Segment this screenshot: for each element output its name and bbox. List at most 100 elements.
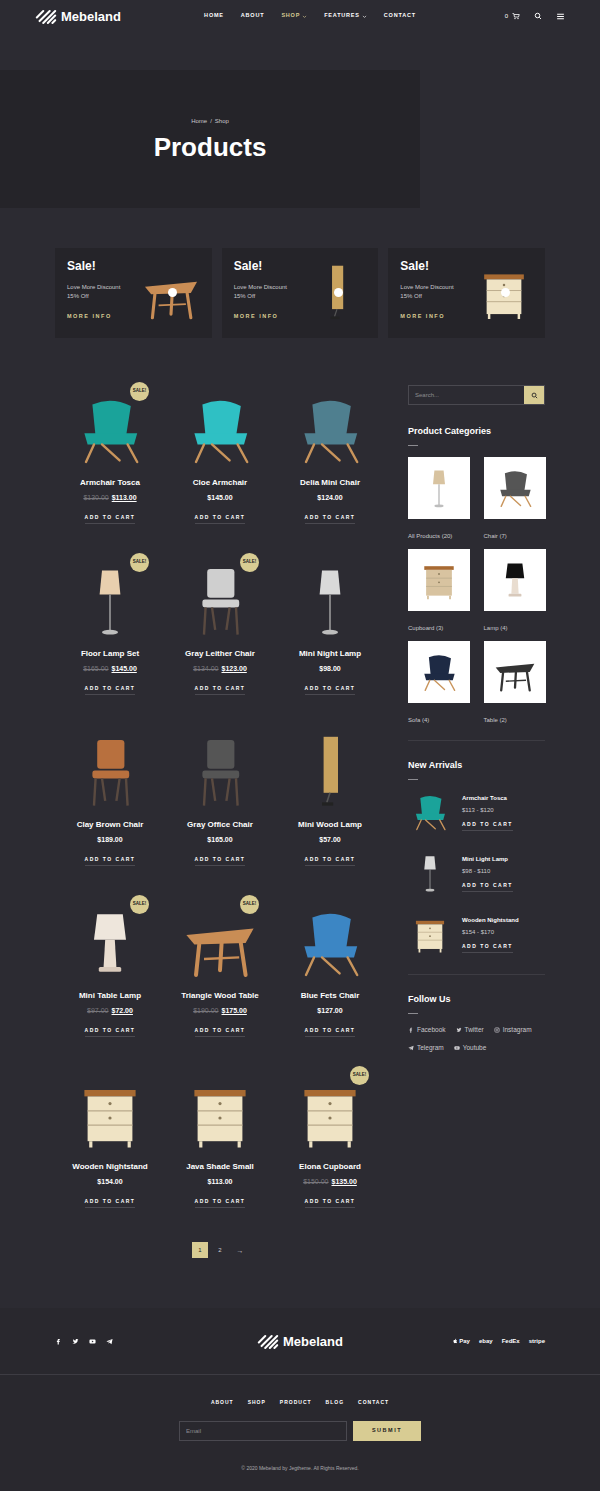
category-item[interactable]: All Products (20) <box>408 457 470 540</box>
menu-icon[interactable] <box>556 12 565 21</box>
add-to-cart-button[interactable]: ADD TO CART <box>462 944 513 953</box>
social-link[interactable]: Twitter <box>456 1026 484 1034</box>
category-item[interactable]: Lamp (4) <box>484 549 546 632</box>
add-to-cart-button[interactable]: ADD TO CART <box>195 1028 246 1037</box>
price: $127.00 <box>317 1006 342 1015</box>
arrival-name[interactable]: Armchair Tosca <box>462 794 507 802</box>
product-name[interactable]: Gray Leither Chair <box>185 649 255 659</box>
product-name[interactable]: Wooden Nightstand <box>72 1162 147 1172</box>
nav-item[interactable]: CONTACT <box>384 13 416 19</box>
product-name[interactable]: Blue Fets Chair <box>301 991 360 1001</box>
furniture-picture <box>492 649 538 695</box>
cart-button[interactable]: 0 <box>505 12 520 20</box>
nav-link[interactable]: HOME <box>204 13 224 19</box>
hotspot-dot[interactable] <box>168 288 177 297</box>
add-to-cart-button[interactable]: ADD TO CART <box>85 686 136 695</box>
add-to-cart-button[interactable]: ADD TO CART <box>195 1199 246 1208</box>
twitter-icon[interactable] <box>72 1338 79 1345</box>
widget-title: Product Categories <box>408 427 545 436</box>
social-link[interactable]: Telegram <box>408 1044 444 1052</box>
product-name[interactable]: Armchair Tosca <box>80 478 140 488</box>
product-card: Cloe Armchair$145.00ADD TO CART <box>165 380 275 551</box>
nav-link[interactable]: FEATURES <box>324 13 360 19</box>
product-name[interactable]: Gray Office Chair <box>187 820 253 830</box>
product-name[interactable]: Cloe Armchair <box>193 478 247 488</box>
logo-text: Mebeland <box>61 10 121 23</box>
furniture-picture <box>180 390 260 470</box>
nav-link[interactable]: CONTACT <box>384 13 416 19</box>
breadcrumb-link[interactable]: Home <box>191 118 207 124</box>
footer-nav-link[interactable]: PRODUCT <box>280 1400 312 1405</box>
product-name[interactable]: Mini Table Lamp <box>79 991 141 1001</box>
search-input[interactable] <box>409 386 524 404</box>
add-to-cart-button[interactable]: ADD TO CART <box>305 857 356 866</box>
add-to-cart-button[interactable]: ADD TO CART <box>195 515 246 524</box>
youtube-icon[interactable] <box>89 1338 96 1345</box>
arrival-name[interactable]: Mini Light Lamp <box>462 855 508 863</box>
more-info-link[interactable]: MORE INFO <box>234 314 287 320</box>
product-name[interactable]: Elona Cupboard <box>299 1162 361 1172</box>
footer-nav-link[interactable]: ABOUT <box>211 1400 234 1405</box>
add-to-cart-button[interactable]: ADD TO CART <box>85 1028 136 1037</box>
product-name[interactable]: Java Shade Small <box>186 1162 254 1172</box>
nav-item[interactable]: ABOUT <box>241 13 265 19</box>
nav-link[interactable]: SHOP <box>281 13 300 19</box>
logo[interactable]: Mebeland <box>35 9 184 24</box>
footer-nav-link[interactable]: SHOP <box>248 1400 266 1405</box>
nav-item[interactable]: HOME <box>204 13 224 19</box>
add-to-cart-button[interactable]: ADD TO CART <box>305 686 356 695</box>
next-page-button[interactable]: → <box>232 1242 248 1258</box>
footer-nav-link[interactable]: BLOG <box>326 1400 344 1405</box>
more-info-link[interactable]: MORE INFO <box>400 314 453 320</box>
product-price: $97.00$72.00 <box>87 1006 133 1015</box>
add-to-cart-button[interactable]: ADD TO CART <box>305 515 356 524</box>
product-name[interactable]: Triangle Wood Table <box>181 991 259 1001</box>
product-price: $165.00 <box>207 835 232 844</box>
category-item[interactable]: Cupboard (3) <box>408 549 470 632</box>
nav-item[interactable]: SHOP <box>281 13 307 19</box>
add-to-cart-button[interactable]: ADD TO CART <box>195 857 246 866</box>
more-info-link[interactable]: MORE INFO <box>67 314 120 320</box>
page-button[interactable]: 2 <box>212 1242 228 1258</box>
product-name[interactable]: Clay Brown Chair <box>77 820 144 830</box>
add-to-cart-button[interactable]: ADD TO CART <box>85 857 136 866</box>
search-button[interactable] <box>524 386 544 404</box>
page-button[interactable]: 1 <box>192 1242 208 1258</box>
payment-logo: FedEx <box>502 1338 520 1344</box>
product-image <box>290 1074 370 1154</box>
telegram-icon[interactable] <box>106 1338 113 1345</box>
product-name[interactable]: Floor Lamp Set <box>81 649 139 659</box>
hotspot-dot[interactable] <box>501 288 510 297</box>
search-icon[interactable] <box>534 12 542 20</box>
nav-link[interactable]: ABOUT <box>241 13 265 19</box>
promo-row: Sale!Love More Discount15% OffMORE INFOS… <box>0 248 600 338</box>
facebook-icon[interactable] <box>55 1338 62 1345</box>
add-to-cart-button[interactable]: ADD TO CART <box>85 1199 136 1208</box>
email-input[interactable] <box>179 1421 347 1441</box>
footer-nav-link[interactable]: CONTACT <box>358 1400 389 1405</box>
category-item[interactable]: Table (2) <box>484 641 546 724</box>
add-to-cart-button[interactable]: ADD TO CART <box>305 1028 356 1037</box>
arrival-name[interactable]: Wooden Nightstand <box>462 916 519 924</box>
instagram-icon <box>494 1027 500 1033</box>
add-to-cart-button[interactable]: ADD TO CART <box>462 883 513 892</box>
category-item[interactable]: Chair (7) <box>484 457 546 540</box>
title-underline <box>408 779 418 780</box>
add-to-cart-button[interactable]: ADD TO CART <box>462 822 513 831</box>
promo-line: Love More Discount <box>67 283 120 291</box>
add-to-cart-button[interactable]: ADD TO CART <box>195 686 246 695</box>
product-name[interactable]: Mini Wood Lamp <box>298 820 362 830</box>
social-link[interactable]: Facebook <box>408 1026 446 1034</box>
add-to-cart-button[interactable]: ADD TO CART <box>305 1199 356 1208</box>
category-item[interactable]: Sofa (4) <box>408 641 470 724</box>
nav-item[interactable]: FEATURES <box>324 13 367 19</box>
footer-logo[interactable]: Mebeland <box>257 1334 343 1349</box>
submit-button[interactable]: SUBMIT <box>353 1421 421 1441</box>
social-link[interactable]: Instagram <box>494 1026 532 1034</box>
product-name[interactable]: Mini Night Lamp <box>299 649 361 659</box>
add-to-cart-button[interactable]: ADD TO CART <box>85 515 136 524</box>
product-name[interactable]: Delia Mini Chair <box>300 478 360 488</box>
product-image <box>70 1074 150 1154</box>
youtube-icon <box>89 1338 96 1345</box>
social-link[interactable]: Youtube <box>454 1044 487 1052</box>
